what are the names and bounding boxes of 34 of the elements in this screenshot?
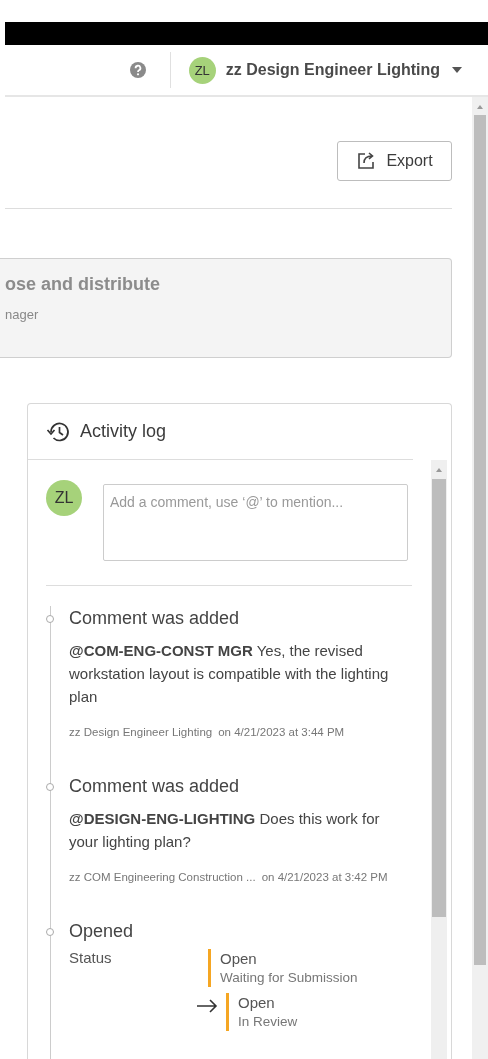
- user-name[interactable]: zz Design Engineer Lighting: [225, 61, 440, 79]
- export-button[interactable]: Export: [337, 141, 452, 181]
- comment-field[interactable]: Add a comment, use ‘@’ to mention...: [103, 484, 408, 561]
- comment-text: @DESIGN-ENG-LIGHTING Does this work for your lighting plan?: [69, 809, 381, 852]
- entry-title: Comment was added: [69, 607, 241, 630]
- comment-author: zz COM Engineering Construction ...: [69, 871, 256, 883]
- comment-date: on 4/21/2023 at 3:44 PM: [218, 726, 345, 738]
- export-icon: [356, 151, 377, 171]
- scroll-up-icon[interactable]: [434, 466, 444, 474]
- history-icon: [46, 420, 70, 443]
- user-avatar[interactable]: ZL: [188, 56, 216, 84]
- comment-author: zz Design Engineer Lighting: [69, 726, 213, 738]
- card-title: ose and distribute: [5, 274, 162, 295]
- entry-title: Opened: [69, 920, 135, 943]
- scrollbar[interactable]: [472, 97, 488, 1059]
- field-label: Status: [69, 949, 112, 966]
- caret-icon[interactable]: [452, 67, 462, 73]
- timeline-dot: [46, 928, 54, 936]
- arrow-icon: [196, 999, 218, 1013]
- comment-text: @COM-ENG-CONST MGR Yes, the revised workstation layout is compatible with the lighting plan: [69, 641, 390, 707]
- timeline-dot: [46, 783, 54, 791]
- help-icon[interactable]: [129, 62, 146, 78]
- card-subtitle: nager: [5, 307, 40, 322]
- timeline-dot: [46, 615, 54, 623]
- comment-date: on 4/21/2023 at 3:42 PM: [261, 871, 388, 883]
- entry-title: Comment was added: [69, 775, 241, 798]
- user-avatar: ZL: [46, 480, 82, 516]
- panel-title: Activity log: [80, 421, 167, 442]
- status-detail: In Review: [238, 1013, 298, 1031]
- status-name: Open: [220, 949, 258, 968]
- status-name: Open: [238, 993, 276, 1012]
- scrollbar[interactable]: [431, 460, 447, 1059]
- scroll-up-icon[interactable]: [475, 103, 485, 111]
- status-detail: Waiting for Submission: [220, 969, 359, 987]
